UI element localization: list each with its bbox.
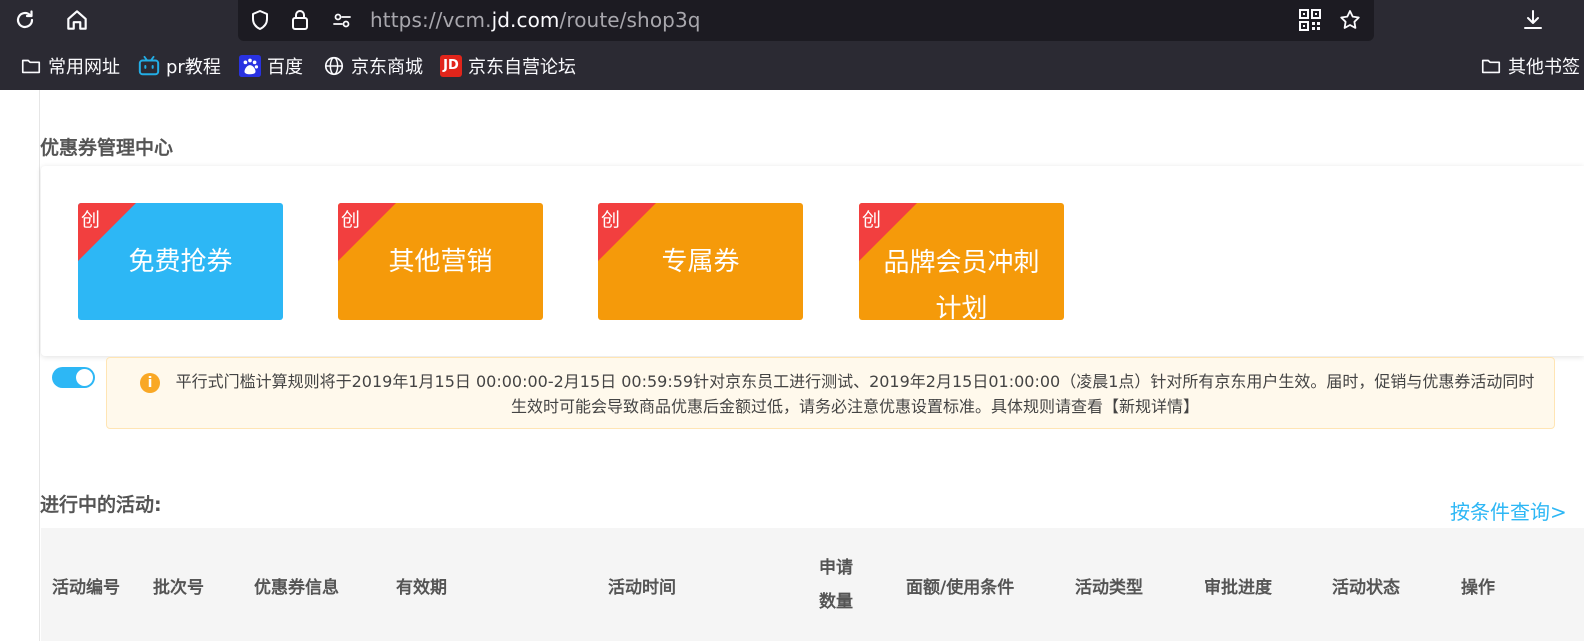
tile-label: 免费抢券 [128, 246, 233, 277]
tile-brand-member-plan[interactable]: 创 品牌会员冲刺计划 [859, 203, 1064, 320]
qr-code-icon[interactable] [1296, 6, 1324, 34]
browser-toolbar: https://vcm.jd.com/route/shop3q [0, 0, 1584, 41]
col-activity-id: 活动编号 [52, 578, 120, 598]
tile-label: 品牌会员冲刺计划 [883, 248, 1040, 320]
bookmarks-overflow-icon[interactable] [0, 41, 2, 90]
jd-icon-text: JD [443, 58, 459, 73]
col-activity-type: 活动类型 [1075, 578, 1143, 598]
col-approval-progress: 审批进度 [1204, 578, 1272, 598]
folder-icon [20, 55, 42, 77]
bookmark-jd-forum[interactable]: JD 京东自营论坛 [440, 41, 576, 90]
baidu-icon [239, 54, 261, 77]
bookmark-label: 百度 [267, 56, 303, 78]
col-activity-time: 活动时间 [608, 578, 676, 598]
col-operation: 操作 [1461, 578, 1495, 598]
download-icon[interactable] [1518, 5, 1548, 35]
bookmark-baidu[interactable]: 百度 [239, 41, 303, 90]
url-path: /route/shop3q [559, 8, 701, 32]
bookmark-other[interactable]: 其他书签 [1480, 41, 1580, 90]
reload-icon[interactable] [10, 5, 40, 35]
jd-icon: JD [440, 54, 462, 77]
tile-label: 其他营销 [388, 246, 493, 277]
bilibili-icon [138, 55, 160, 77]
bookmark-changyong[interactable]: 常用网址 [20, 41, 120, 90]
col-validity: 有效期 [396, 578, 447, 598]
bookmark-pr-tutorial[interactable]: pr教程 [138, 41, 221, 90]
col-coupon-info: 优惠券信息 [254, 578, 339, 598]
bookmark-label: pr教程 [166, 56, 221, 78]
bookmark-label: 京东自营论坛 [468, 56, 576, 78]
activity-table-header: 活动编号 批次号 优惠券信息 有效期 活动时间 申请数量 面额/使用条件 活动类… [41, 528, 1584, 641]
rule-toggle-switch[interactable] [52, 367, 95, 388]
toggle-knob [76, 369, 93, 386]
active-activities-title: 进行中的活动: [40, 494, 162, 516]
col-apply-quantity: 申请数量 [819, 558, 853, 612]
globe-icon [323, 55, 345, 77]
bookmark-jd-mall[interactable]: 京东商城 [323, 41, 423, 90]
info-icon: i [140, 373, 160, 393]
bookmark-label: 常用网址 [48, 56, 120, 78]
lock-icon[interactable] [286, 6, 314, 34]
home-icon[interactable] [62, 5, 92, 35]
query-by-condition-link[interactable]: 按条件查询> [1450, 496, 1567, 525]
folder-icon [1480, 55, 1502, 77]
address-bar[interactable]: https://vcm.jd.com/route/shop3q [238, 0, 1374, 41]
shield-icon[interactable] [246, 6, 274, 34]
url-domain: jd.com [491, 8, 560, 32]
page-left-divider [39, 90, 40, 641]
permissions-icon[interactable] [328, 6, 356, 34]
bookmarks-bar: 常用网址 pr教程 百度 京东商城 JD 京东自营论坛 其他书签 [0, 41, 1584, 90]
col-activity-status: 活动状态 [1332, 578, 1400, 598]
tile-exclusive-coupon[interactable]: 创 专属券 [598, 203, 803, 320]
tile-free-coupon[interactable]: 创 免费抢券 [78, 203, 283, 320]
notice-banner: i 平行式门槛计算规则将于2019年1月15日 00:00:00-2月15日 0… [106, 357, 1555, 429]
tile-other-marketing[interactable]: 创 其他营销 [338, 203, 543, 320]
col-denomination: 面额/使用条件 [906, 578, 1015, 598]
bookmark-star-icon[interactable] [1336, 6, 1364, 34]
url-text[interactable]: https://vcm.jd.com/route/shop3q [370, 0, 701, 41]
notice-text: 平行式门槛计算规则将于2019年1月15日 00:00:00-2月15日 00:… [175, 372, 1535, 416]
url-prefix: https://vcm. [370, 8, 492, 32]
page-title: 优惠券管理中心 [40, 137, 174, 159]
bookmark-label: 其他书签 [1508, 56, 1580, 78]
bookmark-label: 京东商城 [351, 56, 423, 78]
col-batch-no: 批次号 [153, 578, 204, 598]
tile-label: 专属券 [661, 246, 740, 277]
